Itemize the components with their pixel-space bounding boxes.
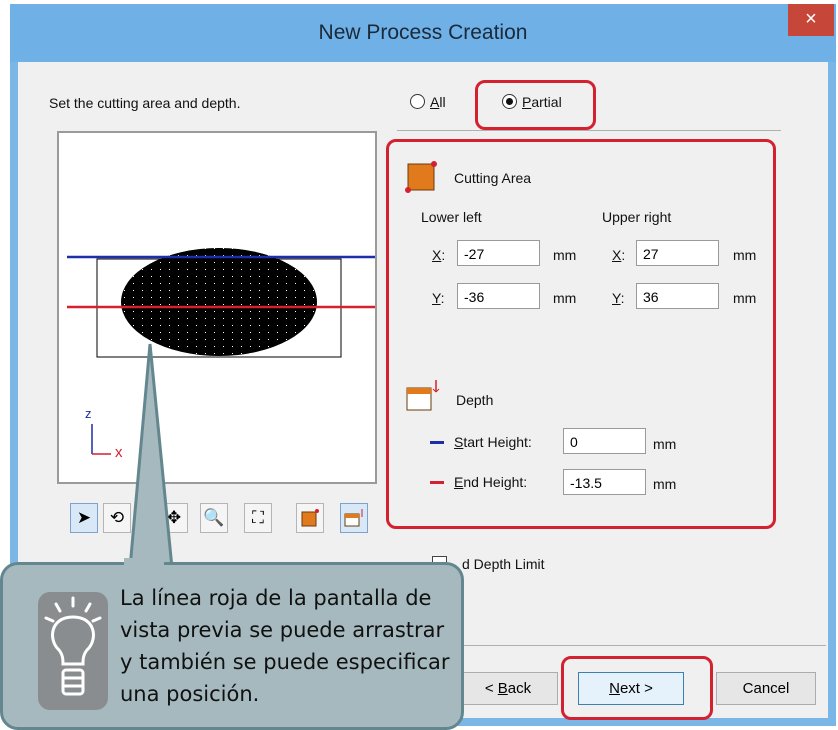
callout-pointer bbox=[128, 343, 174, 570]
back-button[interactable]: < Back bbox=[458, 672, 558, 705]
instruction-text: Set the cutting area and depth. bbox=[49, 95, 241, 111]
preview-canvas[interactable]: z x bbox=[57, 131, 377, 484]
preview-drawing[interactable]: z x bbox=[59, 133, 375, 482]
axis-z-label: z bbox=[85, 406, 92, 421]
close-button[interactable]: × bbox=[788, 4, 834, 36]
select-arrow-icon[interactable]: ➤ bbox=[70, 503, 98, 533]
radio-all[interactable] bbox=[410, 94, 425, 109]
depth-tool-icon[interactable] bbox=[340, 503, 368, 533]
fit-view-icon[interactable]: ⛶ bbox=[244, 503, 272, 533]
zoom-icon[interactable]: 🔍 bbox=[200, 503, 228, 533]
button-separator bbox=[460, 645, 826, 646]
tip-text: La línea roja de la pantalla de vista pr… bbox=[120, 586, 450, 706]
lightbulb-icon bbox=[38, 592, 108, 710]
cancel-button[interactable]: Cancel bbox=[716, 672, 816, 705]
title-bar[interactable]: New Process Creation × bbox=[10, 4, 836, 62]
separator bbox=[397, 130, 781, 131]
callout-joint bbox=[124, 558, 164, 568]
next-highlight bbox=[561, 656, 713, 720]
cutting-area-tool-icon[interactable] bbox=[296, 503, 324, 533]
window-title: New Process Creation bbox=[318, 21, 528, 44]
partial-highlight bbox=[475, 80, 596, 130]
cutting-area-highlight bbox=[386, 139, 776, 529]
depth-limit-label[interactable]: d Depth Limit bbox=[462, 556, 544, 572]
radio-all-label[interactable]: All bbox=[430, 94, 446, 110]
